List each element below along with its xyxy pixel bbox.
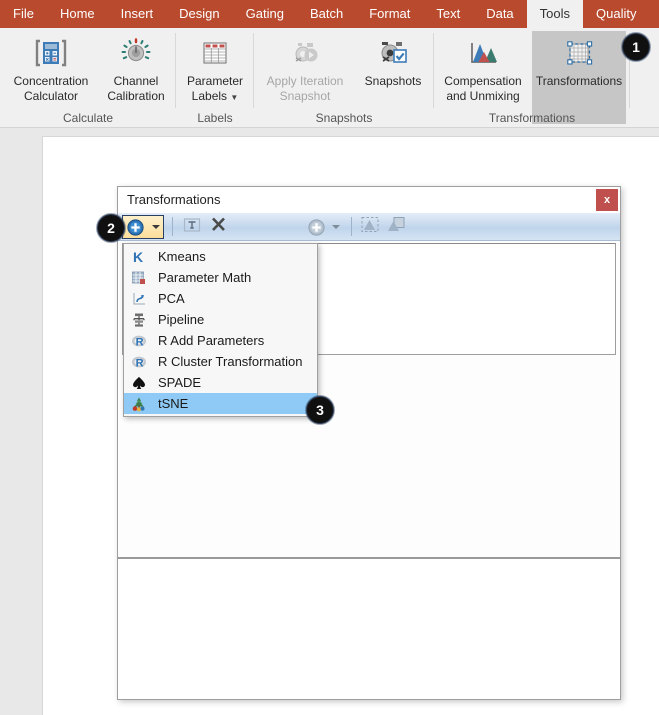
- calculator-icon: [4, 35, 98, 71]
- toolbar-separator-2: [351, 217, 352, 236]
- transformation-details-panel[interactable]: [118, 559, 620, 699]
- svg-text:R: R: [136, 357, 144, 369]
- channel-calibration-button[interactable]: Channel Calibration: [102, 31, 170, 104]
- svg-text:K: K: [133, 249, 143, 265]
- button-label-line2: Snapshot: [279, 89, 331, 103]
- svg-text:R: R: [136, 336, 144, 348]
- parameter-labels-button[interactable]: Parameter Labels ▼: [178, 31, 252, 105]
- menu-item-label: PCA: [158, 291, 185, 306]
- button-label-line2: Calibration: [107, 89, 165, 103]
- add-parameter-caret[interactable]: [332, 225, 340, 229]
- tab-batch[interactable]: Batch: [297, 0, 356, 28]
- toolbar-separator: [172, 217, 173, 236]
- transformations-icon: [532, 35, 626, 71]
- tab-quality[interactable]: Quality: [583, 0, 649, 28]
- ribbon-group-label-calculate: Calculate: [62, 111, 114, 125]
- delete-button[interactable]: [206, 215, 230, 239]
- apply-iteration-icon: [258, 35, 352, 71]
- menu-item-label: Pipeline: [158, 312, 205, 327]
- tab-design[interactable]: Design: [166, 0, 232, 28]
- add-dropdown-caret[interactable]: [151, 225, 160, 229]
- plus-circle-icon: [126, 218, 144, 236]
- compensation-and-unmixing-button[interactable]: Compensation and Unmixing: [438, 31, 528, 104]
- compensation-icon: [438, 35, 528, 71]
- step-badge-1: 1: [622, 33, 650, 61]
- spade-icon: [127, 375, 151, 391]
- menu-item-r-cluster-transformation[interactable]: R R Cluster Transformation: [124, 351, 317, 372]
- pipeline-icon: [127, 312, 151, 328]
- add-parameter-button[interactable]: [304, 215, 344, 239]
- ribbon-group-label-labels: Labels: [197, 111, 233, 125]
- button-label-line1: Channel: [113, 74, 159, 88]
- button-label-line1: Apply Iteration: [266, 74, 344, 88]
- peak-copy-icon: [387, 216, 405, 238]
- button-label-line2: and Unmixing: [446, 89, 520, 103]
- tab-home[interactable]: Home: [47, 0, 108, 28]
- menu-item-tsne[interactable]: tSNE: [124, 393, 317, 414]
- tab-tools[interactable]: Tools: [526, 0, 584, 28]
- r-add-parameters-icon: R: [127, 333, 151, 349]
- chevron-down-icon[interactable]: ▼: [230, 93, 238, 102]
- plus-circle-gray-icon: [308, 218, 325, 236]
- button-label-line1: Snapshots: [364, 74, 422, 88]
- ribbon-group-calculate: Concentration Calculator Channel Calibra…: [0, 28, 176, 127]
- tab-insert[interactable]: Insert: [108, 0, 167, 28]
- menu-item-label: tSNE: [158, 396, 189, 411]
- peak-select-icon: [361, 216, 379, 238]
- menu-item-pipeline[interactable]: Pipeline: [124, 309, 317, 330]
- button-label-line1: Compensation: [444, 74, 522, 88]
- menu-item-r-add-parameters[interactable]: R R Add Parameters: [124, 330, 317, 351]
- button-label-line1: Parameter: [186, 74, 244, 88]
- rename-button[interactable]: [180, 215, 204, 239]
- menu-item-label: Kmeans: [158, 249, 206, 264]
- menu-item-label: R Add Parameters: [158, 333, 265, 348]
- button-label-line1: Transformations: [535, 74, 623, 88]
- snapshots-button[interactable]: Snapshots: [358, 31, 428, 89]
- pca-icon: [127, 291, 151, 307]
- ribbon: Concentration Calculator Channel Calibra…: [0, 28, 659, 128]
- ribbon-tab-bar: File Home Insert Design Gating Batch For…: [0, 0, 659, 28]
- menu-item-spade[interactable]: SPADE: [124, 372, 317, 393]
- copy-to-button[interactable]: [384, 215, 408, 239]
- ribbon-group-transformations: Compensation and Unmixing Transformation…: [434, 28, 630, 127]
- snapshots-icon: [358, 35, 428, 71]
- dialog-title: Transformations: [127, 192, 221, 207]
- tab-gating[interactable]: Gating: [233, 0, 297, 28]
- button-label-line2: Labels: [191, 89, 228, 103]
- add-transformation-button[interactable]: [122, 215, 164, 239]
- concentration-calculator-button[interactable]: Concentration Calculator: [4, 31, 98, 104]
- apply-iteration-snapshot-button[interactable]: Apply Iteration Snapshot: [258, 31, 352, 104]
- tab-format[interactable]: Format: [356, 0, 423, 28]
- step-badge-2: 2: [97, 214, 125, 242]
- kmeans-icon: K: [127, 249, 151, 265]
- ribbon-group-snapshots: Apply Iteration Snapshot Snapshots Snapsh…: [254, 28, 434, 127]
- menu-item-parameter-math[interactable]: Parameter Math: [124, 267, 317, 288]
- table-labels-icon: [178, 35, 252, 71]
- close-x-icon: [210, 216, 227, 238]
- dialog-toolbar: [118, 213, 620, 241]
- menu-item-kmeans[interactable]: K Kmeans: [124, 246, 317, 267]
- tab-text[interactable]: Text: [423, 0, 473, 28]
- add-transformation-menu: K Kmeans Parameter Math PCA Pipeline R R…: [123, 243, 318, 417]
- tab-file[interactable]: File: [0, 0, 47, 28]
- dialog-title-bar: Transformations x: [118, 187, 620, 213]
- button-label-line1: Concentration: [13, 74, 89, 88]
- menu-item-label: SPADE: [158, 375, 202, 390]
- dial-icon: [102, 35, 170, 71]
- tab-data[interactable]: Data: [473, 0, 526, 28]
- step-badge-3: 3: [306, 396, 334, 424]
- ribbon-group-labels: Parameter Labels ▼ Labels: [176, 28, 254, 127]
- r-cluster-transformation-icon: R: [127, 354, 151, 370]
- apply-to-selection-button[interactable]: [358, 215, 382, 239]
- ribbon-group-label-snapshots: Snapshots: [315, 111, 373, 125]
- tsne-icon: [127, 396, 151, 412]
- parameter-math-icon: [127, 270, 151, 286]
- menu-item-label: R Cluster Transformation: [158, 354, 303, 369]
- close-icon[interactable]: x: [596, 189, 618, 211]
- menu-item-label: Parameter Math: [158, 270, 252, 285]
- button-label-line2: Calculator: [23, 89, 79, 103]
- menu-item-pca[interactable]: PCA: [124, 288, 317, 309]
- rename-text-icon: [183, 217, 201, 238]
- ribbon-group-label-transformations: Transformations: [488, 111, 576, 125]
